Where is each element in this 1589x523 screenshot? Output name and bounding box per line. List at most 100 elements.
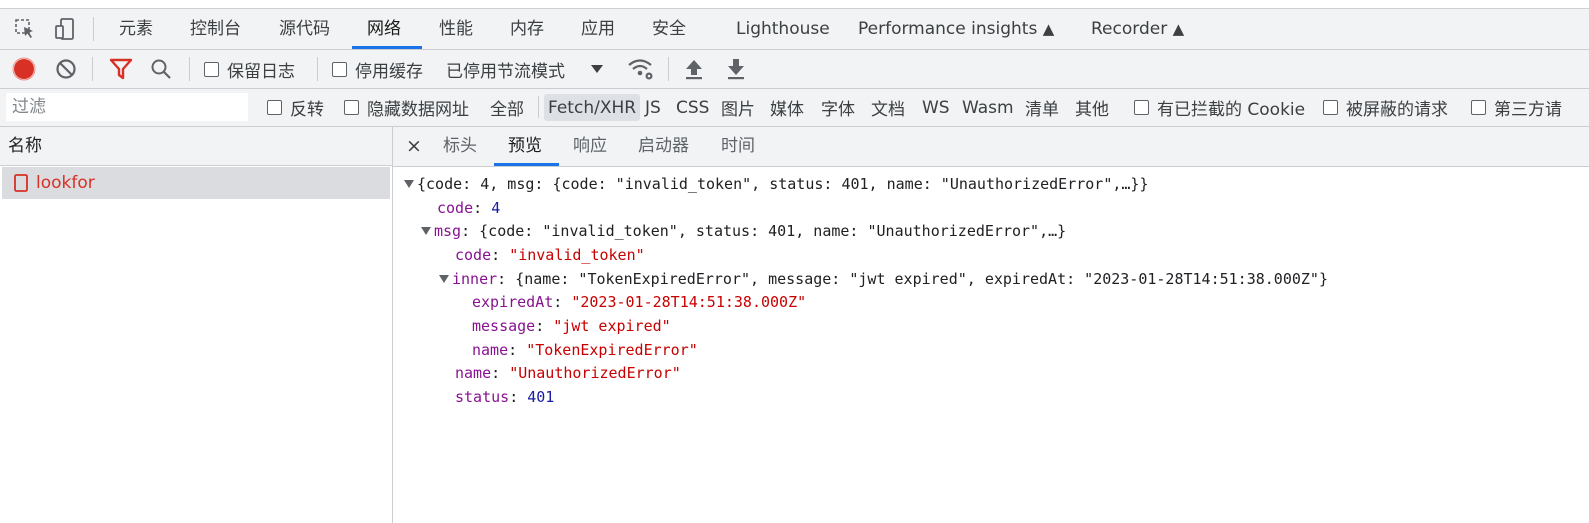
filter-type-ws[interactable]: WS — [922, 89, 950, 126]
disable-cache-checkbox[interactable]: 停用缓存 — [332, 50, 423, 88]
blocked-requests-label: 被屏蔽的请求 — [1346, 100, 1448, 120]
filter-bar: 过滤 反转 隐藏数据网址 全部 Fetch/XHR JS CSS 图片 媒体 字… — [0, 89, 1589, 127]
json-key: code — [437, 199, 474, 217]
active-detail-tab-indicator — [494, 163, 559, 166]
json-msg-summary: {code: "invalid_token", status: 401, nam… — [479, 222, 1067, 240]
json-key: msg — [434, 222, 462, 240]
inspect-element-icon[interactable] — [12, 9, 38, 49]
invert-box[interactable] — [267, 100, 282, 115]
filter-type-manifest[interactable]: 清单 — [1025, 89, 1059, 126]
disable-cache-label: 停用缓存 — [355, 61, 423, 82]
filter-type-wasm[interactable]: Wasm — [962, 89, 1014, 126]
third-party-checkbox[interactable]: 第三方请 — [1471, 89, 1562, 126]
json-value: "invalid_token" — [509, 246, 645, 264]
record-icon — [12, 57, 36, 81]
json-value: "2023-01-28T14:51:38.000Z" — [571, 293, 807, 311]
request-name: lookfor — [36, 173, 95, 193]
filter-input[interactable]: 过滤 — [6, 93, 248, 121]
filter-type-doc[interactable]: 文档 — [871, 89, 905, 126]
tab-console[interactable]: 控制台 — [190, 9, 241, 49]
import-har-button[interactable] — [684, 50, 704, 88]
tab-recorder[interactable]: Recorder ▲ — [1091, 9, 1184, 49]
chevron-down-icon — [591, 65, 603, 73]
clear-button[interactable] — [55, 50, 77, 88]
expand-triangle-icon[interactable] — [439, 275, 449, 283]
record-button[interactable] — [12, 50, 36, 88]
export-har-button[interactable] — [726, 50, 746, 88]
filter-type-other[interactable]: 其他 — [1075, 89, 1109, 126]
third-party-box[interactable] — [1471, 100, 1486, 115]
json-key: status — [455, 388, 510, 406]
filter-type-img[interactable]: 图片 — [721, 89, 755, 126]
disable-cache-box[interactable] — [332, 61, 347, 77]
tab-performance[interactable]: 性能 — [439, 9, 473, 49]
third-party-label: 第三方请 — [1494, 100, 1562, 120]
devtools-tab-bar: 元素 控制台 源代码 网络 性能 内存 应用 安全 Lighthouse Per… — [0, 9, 1589, 50]
tab-headers[interactable]: 标头 — [443, 127, 477, 166]
search-button[interactable] — [150, 50, 172, 88]
throttling-select[interactable]: 已停用节流模式 — [446, 50, 603, 88]
toolbar-separator — [93, 17, 94, 41]
download-icon — [728, 59, 744, 80]
filter-type-media[interactable]: 媒体 — [770, 89, 804, 126]
close-icon[interactable]: × — [406, 127, 422, 166]
toolbar-separator — [92, 57, 93, 81]
tab-initiator[interactable]: 启动器 — [638, 127, 689, 166]
name-column-header[interactable]: 名称 — [0, 127, 392, 166]
preserve-log-box[interactable] — [204, 61, 219, 77]
request-row[interactable]: lookfor — [2, 167, 390, 199]
toolbar-separator — [189, 57, 190, 81]
json-value: 4 — [491, 199, 501, 217]
json-root-node[interactable]: {code: 4, msg: {code: "invalid_token", s… — [404, 173, 1149, 197]
blocked-cookies-box[interactable] — [1134, 100, 1149, 115]
network-toolbar: 保留日志 停用缓存 已停用节流模式 — [0, 50, 1589, 89]
json-key: expiredAt — [472, 293, 554, 311]
filter-type-css[interactable]: CSS — [676, 89, 709, 126]
json-root-summary: {code: 4, msg: {code: "invalid_token", s… — [417, 175, 1149, 193]
tab-network[interactable]: 网络 — [367, 9, 401, 49]
tab-response[interactable]: 响应 — [573, 127, 607, 166]
json-property: message: "jwt expired" — [472, 317, 671, 335]
json-value: "UnauthorizedError" — [509, 364, 681, 382]
json-property: expiredAt: "2023-01-28T14:51:38.000Z" — [472, 293, 807, 311]
filter-type-js[interactable]: JS — [645, 89, 661, 126]
json-key: name — [455, 364, 492, 382]
blocked-requests-box[interactable] — [1323, 100, 1338, 115]
filter-type-fetch-xhr[interactable]: Fetch/XHR — [544, 94, 641, 121]
window-top-border — [0, 0, 1589, 9]
flask-icon: ▲ — [1042, 20, 1055, 38]
json-inner-summary: {name: "TokenExpiredError", message: "jw… — [515, 270, 1328, 288]
hide-data-urls-box[interactable] — [344, 100, 359, 115]
hide-data-urls-checkbox[interactable]: 隐藏数据网址 — [344, 89, 469, 126]
hide-data-urls-label: 隐藏数据网址 — [367, 100, 469, 120]
blocked-requests-checkbox[interactable]: 被屏蔽的请求 — [1323, 89, 1448, 126]
tab-preview[interactable]: 预览 — [508, 127, 542, 166]
filter-toggle-button[interactable] — [109, 50, 133, 88]
tab-performance-insights[interactable]: Performance insights ▲ — [858, 9, 1054, 49]
json-value: 401 — [527, 388, 555, 406]
tab-lighthouse[interactable]: Lighthouse — [736, 9, 830, 49]
request-detail-panel: × 标头 预览 响应 启动器 时间 {code: 4, msg: {code: … — [393, 127, 1589, 523]
tab-application[interactable]: 应用 — [581, 9, 615, 49]
tab-elements[interactable]: 元素 — [119, 9, 153, 49]
invert-checkbox[interactable]: 反转 — [267, 89, 324, 126]
json-property: code: "invalid_token" — [455, 246, 645, 264]
tab-sources[interactable]: 源代码 — [279, 9, 330, 49]
tab-timing[interactable]: 时间 — [721, 127, 755, 166]
filter-type-font[interactable]: 字体 — [821, 89, 855, 126]
json-inner-node[interactable]: inner: {name: "TokenExpiredError", messa… — [439, 268, 1328, 292]
device-toolbar-icon[interactable] — [52, 9, 78, 49]
expand-triangle-icon[interactable] — [421, 227, 431, 235]
network-conditions-button[interactable] — [627, 50, 655, 88]
request-list-panel: 名称 lookfor — [0, 127, 393, 523]
invert-label: 反转 — [290, 100, 324, 120]
blocked-cookies-checkbox[interactable]: 有已拦截的 Cookie — [1134, 89, 1305, 126]
detail-tab-bar: × 标头 预览 响应 启动器 时间 — [393, 127, 1589, 167]
json-value: "TokenExpiredError" — [526, 341, 698, 359]
tab-security[interactable]: 安全 — [652, 9, 686, 49]
tab-memory[interactable]: 内存 — [510, 9, 544, 49]
preserve-log-checkbox[interactable]: 保留日志 — [204, 50, 295, 88]
json-msg-node[interactable]: msg: {code: "invalid_token", status: 401… — [421, 220, 1066, 244]
expand-triangle-icon[interactable] — [404, 180, 414, 188]
filter-type-all[interactable]: 全部 — [490, 89, 524, 126]
